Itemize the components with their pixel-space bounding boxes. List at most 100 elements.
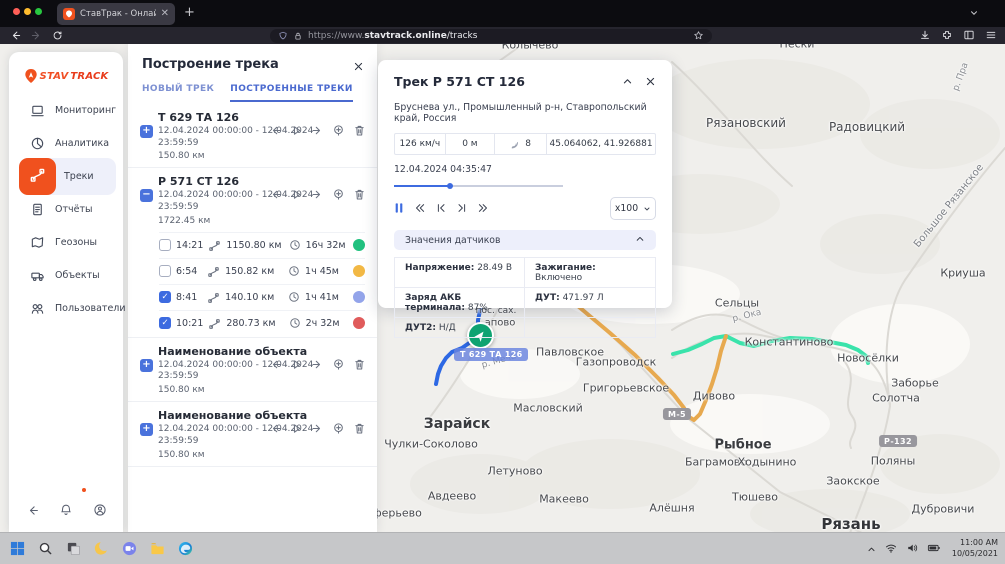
- tab-built-tracks[interactable]: ПОСТРОЕННЫЕ ТРЕКИ: [230, 84, 353, 102]
- panel-close-icon[interactable]: [353, 57, 364, 76]
- map-label: Ходынино: [738, 456, 797, 469]
- tracking-shield-icon[interactable]: [278, 31, 288, 41]
- track-expander-button[interactable]: +: [140, 359, 153, 372]
- battery-icon[interactable]: [927, 539, 941, 558]
- sidebar-item-reports[interactable]: Отчёты: [9, 193, 123, 226]
- window-close-button[interactable]: [13, 8, 20, 15]
- windows-start-button[interactable]: [8, 540, 26, 558]
- play-track-button[interactable]: [290, 422, 303, 435]
- bookmark-star-icon[interactable]: [693, 30, 704, 41]
- lock-icon[interactable]: [293, 31, 303, 41]
- sensor-value: ДУТ2: Н/Д: [395, 318, 525, 338]
- fast-rewind-button[interactable]: [413, 199, 426, 218]
- sidebar-item-monitoring[interactable]: Мониторинг: [9, 94, 123, 127]
- track-expander-button[interactable]: −: [140, 189, 153, 202]
- track-item-header[interactable]: + Наименование объекта 12.04.2024 00:00:…: [128, 402, 377, 465]
- reload-button[interactable]: [52, 30, 63, 41]
- sidebar-item-objects[interactable]: Объекты: [9, 259, 123, 292]
- tab-new-track[interactable]: НОВЫЙ ТРЕК: [142, 84, 214, 102]
- stat-speed: 126 км/ч: [395, 134, 446, 154]
- browser-tab[interactable]: СтавТрак - Онлайн мониторин ✕: [57, 3, 175, 25]
- track-expander-button[interactable]: +: [140, 423, 153, 436]
- list-tabs-icon[interactable]: [969, 8, 979, 18]
- step-forward-button[interactable]: [456, 199, 468, 218]
- segment-checkbox[interactable]: ✓: [159, 291, 171, 303]
- sidebar-nav: Мониторинг Аналитика Треки Отчёты: [9, 94, 123, 325]
- speed-multiplier-select[interactable]: x100: [610, 197, 656, 220]
- segment-checkbox[interactable]: [159, 239, 171, 251]
- step-back-button[interactable]: [435, 199, 447, 218]
- next-point-button[interactable]: [311, 422, 324, 435]
- focus-track-button[interactable]: [332, 358, 345, 371]
- focus-track-button[interactable]: [332, 188, 345, 201]
- downloads-icon[interactable]: [919, 29, 931, 41]
- chat-app-icon[interactable]: [120, 540, 138, 558]
- file-explorer-icon[interactable]: [148, 540, 166, 558]
- slider-knob[interactable]: [447, 183, 454, 190]
- map-label: ферьево: [372, 507, 422, 520]
- collapse-sidebar-button[interactable]: [26, 502, 39, 521]
- url-bar[interactable]: https://www.stavtrack.online/tracks: [270, 29, 712, 43]
- tray-chevron-icon[interactable]: [867, 539, 876, 558]
- track-item-header[interactable]: + Т 629 ТА 126 12.04.2024 00:00:00 - 12.…: [128, 104, 377, 167]
- track-segment-row[interactable]: 6:54 150.82 км 1ч 45м: [159, 258, 365, 284]
- play-track-button[interactable]: [290, 188, 303, 201]
- prev-point-button[interactable]: [269, 422, 282, 435]
- window-zoom-button[interactable]: [35, 8, 42, 15]
- new-tab-button[interactable]: +: [184, 5, 195, 20]
- prev-point-button[interactable]: [269, 188, 282, 201]
- wifi-icon[interactable]: [885, 539, 897, 558]
- edge-browser-icon[interactable]: [176, 540, 194, 558]
- close-details-icon[interactable]: [645, 72, 656, 91]
- moon-app-icon[interactable]: [92, 540, 110, 558]
- prev-point-button[interactable]: [269, 358, 282, 371]
- pause-button[interactable]: [394, 199, 404, 218]
- track-item-header[interactable]: − Р 571 СТ 126 12.04.2024 00:00:00 - 12.…: [128, 168, 377, 231]
- back-button[interactable]: [10, 30, 21, 41]
- next-point-button[interactable]: [311, 188, 324, 201]
- account-icon[interactable]: [93, 502, 107, 521]
- taskbar-clock[interactable]: 11:00 AM 10/05/2021: [952, 538, 998, 560]
- notifications-bell-icon[interactable]: [59, 502, 73, 521]
- delete-track-button[interactable]: [353, 124, 366, 137]
- focus-track-button[interactable]: [332, 422, 345, 435]
- sidebar-toggle-icon[interactable]: [963, 29, 975, 41]
- track-segment-row[interactable]: ✓ 8:41 140.10 км 1ч 41м: [159, 284, 365, 310]
- playback-slider[interactable]: [394, 182, 563, 189]
- track-segment-row[interactable]: 14:21 1150.80 км 16ч 32м: [159, 232, 365, 258]
- window-minimize-button[interactable]: [24, 8, 31, 15]
- fast-forward-button[interactable]: [477, 199, 490, 218]
- sidebar-item-users[interactable]: Пользователи: [9, 292, 123, 325]
- collapse-details-icon[interactable]: [622, 72, 633, 91]
- volume-icon[interactable]: [906, 539, 918, 558]
- next-point-button[interactable]: [311, 124, 324, 137]
- play-track-button[interactable]: [290, 358, 303, 371]
- sidebar-item-tracks[interactable]: Треки: [9, 160, 123, 193]
- segment-checkbox[interactable]: ✓: [159, 317, 171, 329]
- map-label: Зарайск: [424, 416, 490, 432]
- task-view-icon[interactable]: [64, 540, 82, 558]
- track-stats-row: 126 км/ч 0 м 8 45.064062, 41.926881: [394, 133, 656, 155]
- sidebar-item-geozones[interactable]: Геозоны: [9, 226, 123, 259]
- delete-track-button[interactable]: [353, 188, 366, 201]
- vehicle-map-label[interactable]: Т 629 ТА 126: [454, 348, 528, 361]
- focus-track-button[interactable]: [332, 124, 345, 137]
- sidebar-item-analytics[interactable]: Аналитика: [9, 127, 123, 160]
- track-item-header[interactable]: + Наименование объекта 12.04.2024 00:00:…: [128, 338, 377, 401]
- map-label: Летуново: [487, 465, 542, 478]
- extensions-icon[interactable]: [941, 29, 953, 41]
- menu-icon[interactable]: [985, 29, 997, 41]
- forward-button[interactable]: [31, 30, 42, 41]
- track-expander-button[interactable]: +: [140, 125, 153, 138]
- segment-checkbox[interactable]: [159, 265, 171, 277]
- next-point-button[interactable]: [311, 358, 324, 371]
- taskbar-search-icon[interactable]: [36, 540, 54, 558]
- collapse-sensors-icon[interactable]: [635, 234, 645, 247]
- track-segment-row[interactable]: ✓ 10:21 280.73 км 2ч 32м: [159, 310, 365, 336]
- tab-close-icon[interactable]: ✕: [161, 9, 169, 19]
- prev-point-button[interactable]: [269, 124, 282, 137]
- delete-track-button[interactable]: [353, 358, 366, 371]
- play-track-button[interactable]: [290, 124, 303, 137]
- delete-track-button[interactable]: [353, 422, 366, 435]
- sensors-section-header[interactable]: Значения датчиков: [394, 230, 656, 250]
